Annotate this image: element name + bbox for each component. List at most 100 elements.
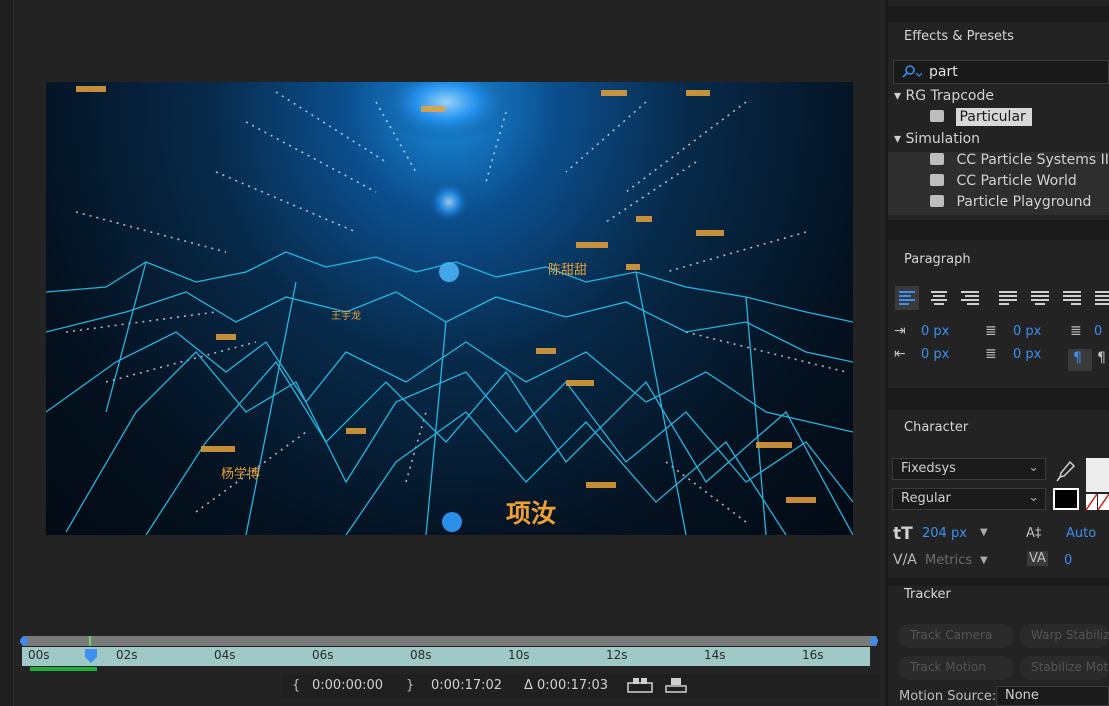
tree-group-simulation[interactable]: ▾ Simulation bbox=[888, 131, 1109, 152]
panel-divider bbox=[888, 6, 1109, 22]
fill-color-swatch[interactable] bbox=[1086, 458, 1109, 492]
indent-right-value[interactable]: 0 bbox=[1094, 324, 1102, 339]
font-style-value: Regular bbox=[901, 491, 951, 506]
kerning-value[interactable]: Metrics bbox=[925, 553, 972, 568]
name-label-xiang: 项汝 bbox=[506, 499, 556, 528]
out-point-icon[interactable]: } bbox=[406, 678, 414, 693]
tick-04s: 04s bbox=[214, 648, 236, 662]
duration-timecode[interactable]: Δ 0:00:17:03 bbox=[524, 678, 608, 693]
tracking-value[interactable]: 0 bbox=[1064, 553, 1072, 568]
effect-label: Particular bbox=[956, 108, 1032, 126]
effects-presets-title: Effects & Presets bbox=[904, 29, 1014, 44]
indent-first-icon: ⇤ bbox=[894, 346, 906, 362]
start-timecode[interactable]: 0:00:00:00 bbox=[312, 678, 383, 693]
paragraph-alignment-row bbox=[895, 286, 1109, 310]
track-motion-button[interactable]: Track Motion bbox=[898, 656, 1014, 680]
playhead-icon[interactable] bbox=[84, 648, 98, 664]
time-ruler[interactable]: 00s 02s 04s 06s 08s 10s 12s 14s 16s bbox=[22, 647, 870, 666]
group-label: Simulation bbox=[905, 131, 981, 147]
effect-item-particle-playground[interactable]: Particle Playground bbox=[888, 194, 1109, 215]
effects-search-box[interactable]: part bbox=[893, 60, 1109, 84]
panel-divider bbox=[888, 578, 1109, 586]
track-camera-button[interactable]: Track Camera bbox=[898, 624, 1014, 648]
space-before-icon: ≣ bbox=[985, 323, 997, 339]
indent-left-icon: ⇥ bbox=[894, 323, 906, 339]
warp-stabilizer-button[interactable]: Warp Stabilizer bbox=[1019, 624, 1109, 648]
kerning-icon: V/A bbox=[893, 552, 917, 568]
space-after-value[interactable]: 0 px bbox=[1013, 347, 1041, 362]
eyedropper-icon[interactable] bbox=[1056, 460, 1076, 482]
dropdown-arrow-icon[interactable]: ▼ bbox=[980, 555, 988, 566]
space-after-icon: ≣ bbox=[985, 346, 997, 362]
font-style-dropdown[interactable]: Regular ⌄ bbox=[892, 488, 1046, 510]
tick-12s: 12s bbox=[606, 648, 628, 662]
rtl-pilcrow-icon[interactable]: ¶ bbox=[1097, 350, 1106, 366]
tree-group-rg-trapcode[interactable]: ▾ RG Trapcode bbox=[888, 88, 1109, 109]
tick-02s: 02s bbox=[116, 648, 138, 662]
chevron-down-icon: ⌄ bbox=[1028, 490, 1039, 505]
effect-item-particular[interactable]: Particular bbox=[888, 108, 1109, 130]
chevron-down-icon: ⌄ bbox=[1028, 460, 1039, 475]
tick-14s: 14s bbox=[704, 648, 726, 662]
font-family-dropdown[interactable]: Fixedsys ⌄ bbox=[892, 458, 1046, 480]
tracking-icon: VA bbox=[1027, 551, 1048, 566]
effects-search-input[interactable]: part bbox=[929, 64, 958, 80]
effect-icon bbox=[930, 195, 944, 207]
effect-icon bbox=[930, 110, 944, 122]
expand-triangle-icon[interactable]: ▾ bbox=[894, 131, 901, 147]
in-point-icon[interactable]: { bbox=[292, 678, 300, 693]
font-family-value: Fixedsys bbox=[901, 461, 956, 476]
leading-value[interactable]: Auto bbox=[1066, 526, 1096, 541]
name-label-chen: 陈甜甜 bbox=[548, 262, 587, 278]
left-panel-edge bbox=[0, 0, 14, 706]
character-title: Character bbox=[904, 420, 969, 435]
tick-10s: 10s bbox=[508, 648, 530, 662]
paragraph-title: Paragraph bbox=[904, 252, 971, 267]
motion-source-dropdown[interactable]: None bbox=[996, 686, 1109, 706]
black-white-swatch[interactable] bbox=[1053, 488, 1079, 510]
tick-16s: 16s bbox=[802, 648, 824, 662]
indent-left-value[interactable]: 0 px bbox=[921, 324, 949, 339]
effect-item-cc-particle-systems[interactable]: CC Particle Systems II bbox=[888, 152, 1109, 173]
motion-source-label: Motion Source: bbox=[899, 689, 997, 704]
font-size-value[interactable]: 204 px bbox=[922, 526, 967, 541]
search-icon bbox=[902, 65, 922, 78]
stabilize-motion-button[interactable]: Stabilize Motion bbox=[1019, 656, 1109, 680]
tick-00s: 00s bbox=[28, 648, 50, 662]
leading-icon: A‡ bbox=[1026, 526, 1042, 541]
tick-08s: 08s bbox=[410, 648, 432, 662]
group-label: RG Trapcode bbox=[905, 88, 994, 104]
expand-triangle-icon[interactable]: ▾ bbox=[894, 88, 901, 104]
name-label-yang: 杨学博 bbox=[221, 466, 260, 482]
trim-comp-icon[interactable] bbox=[664, 677, 688, 693]
effect-label: CC Particle World bbox=[956, 173, 1077, 189]
ltr-direction-button[interactable]: ¶ bbox=[1068, 349, 1092, 371]
effect-label: Particle Playground bbox=[956, 194, 1092, 210]
preview-frame[interactable]: 王宇龙 陈甜甜 项汝 杨学博 bbox=[46, 82, 853, 535]
name-label-wang: 王宇龙 bbox=[331, 309, 361, 322]
no-color-swatch-icon[interactable] bbox=[1086, 494, 1109, 510]
panel-divider bbox=[888, 388, 1109, 410]
effect-icon bbox=[930, 174, 944, 186]
pilcrow-icon: ¶ bbox=[1073, 350, 1082, 366]
work-area-track[interactable] bbox=[22, 636, 877, 646]
current-time-marker bbox=[89, 636, 91, 646]
fit-to-comp-icon[interactable] bbox=[627, 677, 653, 693]
work-area-end-handle[interactable] bbox=[870, 637, 878, 645]
render-progress-bar bbox=[30, 667, 97, 671]
dropdown-arrow-icon[interactable]: ▼ bbox=[980, 527, 988, 538]
work-area-start-handle[interactable] bbox=[20, 637, 28, 645]
motion-source-value: None bbox=[1005, 688, 1039, 703]
space-before-value[interactable]: 0 px bbox=[1013, 324, 1041, 339]
particle-network-art: 王宇龙 陈甜甜 项汝 杨学博 bbox=[46, 82, 853, 535]
font-size-icon: tT bbox=[893, 524, 913, 544]
end-timecode[interactable]: 0:00:17:02 bbox=[431, 678, 502, 693]
effect-item-cc-particle-world[interactable]: CC Particle World bbox=[888, 173, 1109, 194]
indent-right-icon: ≣ bbox=[1070, 323, 1082, 339]
effect-icon bbox=[930, 153, 944, 165]
panel-divider bbox=[888, 220, 1109, 240]
tracker-title: Tracker bbox=[904, 587, 951, 602]
effect-label: CC Particle Systems II bbox=[956, 152, 1109, 168]
indent-first-value[interactable]: 0 px bbox=[921, 347, 949, 362]
tick-06s: 06s bbox=[312, 648, 334, 662]
